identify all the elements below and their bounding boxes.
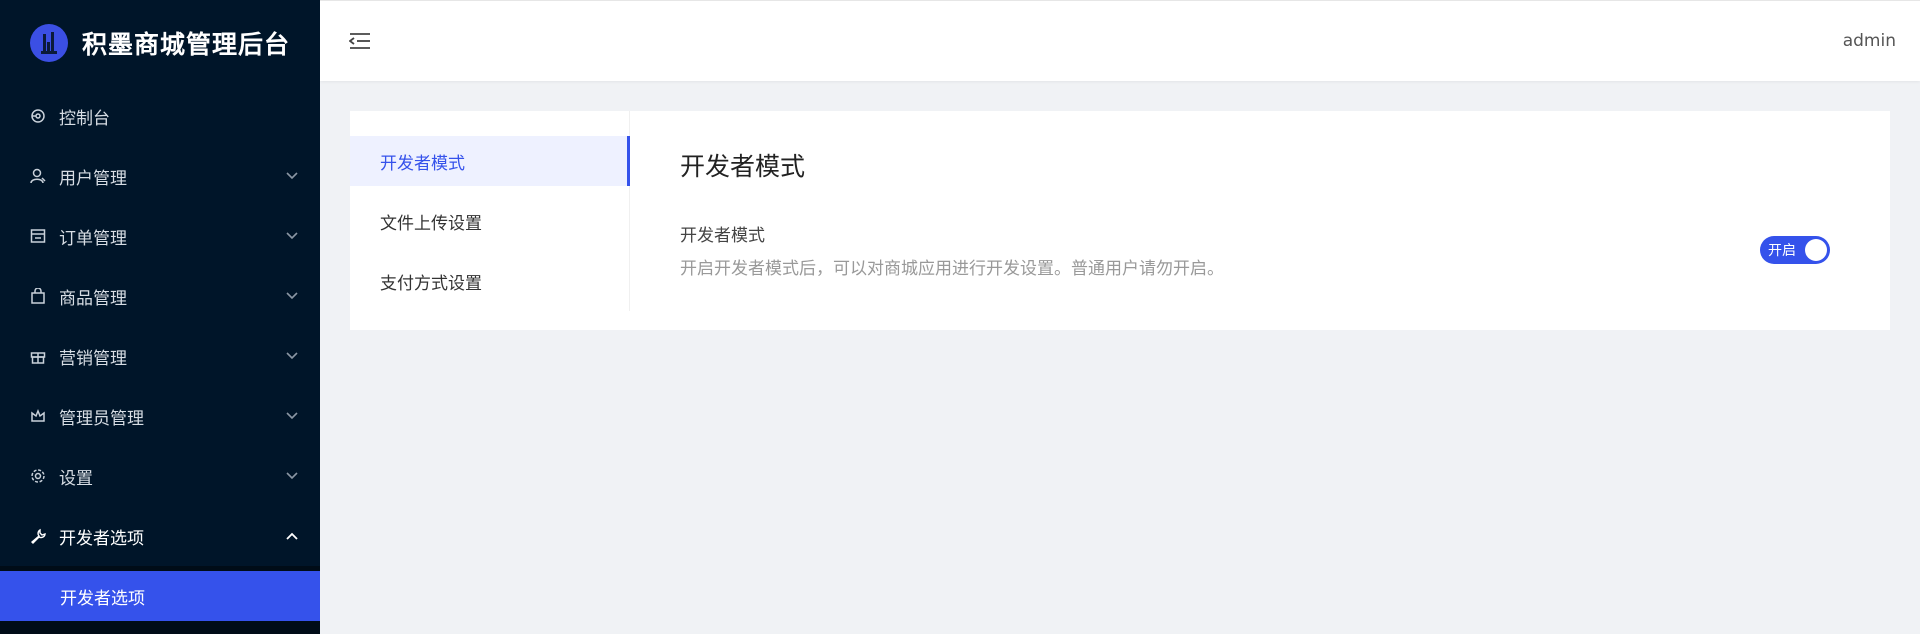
sidebar-item-label: 开发者选项 [59,528,144,549]
sidebar-item-settings[interactable]: 设置 [0,446,320,506]
gear-icon [30,468,46,484]
sidebar: 积墨商城管理后台 控制台 用户管理 订单管理 商品管理 营销管理 管理员管理 设… [0,0,320,634]
chevron-down-icon [286,290,298,302]
setting-text: 开发者模式 开启开发者模式后，可以对商城应用进行开发设置。普通用户请勿开启。 [680,221,1224,279]
chevron-down-icon [286,410,298,422]
sidebar-item-admins[interactable]: 管理员管理 [0,386,320,446]
chevron-down-icon [286,470,298,482]
panel-title: 开发者模式 [680,152,806,181]
sidebar-item-products[interactable]: 商品管理 [0,266,320,326]
order-icon [30,228,46,244]
wrench-icon [30,528,46,544]
logo-icon [30,24,68,62]
user-menu[interactable]: admin [1843,31,1896,51]
user-icon [30,168,46,184]
app-title: 积墨商城管理后台 [82,30,291,59]
sidebar-item-developer[interactable]: 开发者选项 [0,506,320,566]
shopping-bag-icon [30,288,46,304]
sidebar-item-label: 用户管理 [59,168,127,189]
sidebar-item-label: 商品管理 [59,288,127,309]
top-header: admin [320,0,1920,81]
chevron-down-icon [286,170,298,182]
main-area: admin 开发者模式 文件上传设置 支付方式设置 开发者模式 开发者模式 开启… [320,0,1920,634]
dashboard-icon [30,108,46,124]
menu-fold-icon[interactable] [348,29,372,53]
sidebar-item-label: 设置 [59,468,93,489]
sidebar-item-label: 营销管理 [59,348,127,369]
sidebar-item-label: 订单管理 [59,228,127,249]
sidebar-subitem-developer-options[interactable]: 开发者选项 [0,571,320,621]
sidebar-item-label: 管理员管理 [59,408,144,429]
content-area: 开发者模式 文件上传设置 支付方式设置 开发者模式 开发者模式 开启开发者模式后… [320,81,1920,330]
switch-label: 开启 [1768,243,1796,259]
tab-developer-mode[interactable]: 开发者模式 [350,136,630,186]
setting-row: 开发者模式 开启开发者模式后，可以对商城应用进行开发设置。普通用户请勿开启。 开… [680,221,1830,279]
app-root: 积墨商城管理后台 控制台 用户管理 订单管理 商品管理 营销管理 管理员管理 设… [0,0,1920,634]
chevron-up-icon [286,530,298,542]
switch-knob [1805,239,1827,261]
sidebar-menu: 控制台 用户管理 订单管理 商品管理 营销管理 管理员管理 设置 开发者选项 [0,86,320,566]
settings-tabs: 开发者模式 文件上传设置 支付方式设置 [350,111,630,311]
developer-submenu: 开发者选项 [0,566,320,634]
setting-description: 开启开发者模式后，可以对商城应用进行开发设置。普通用户请勿开启。 [680,259,1224,279]
sidebar-item-label: 控制台 [59,108,110,129]
developer-mode-switch[interactable]: 开启 [1760,236,1830,264]
sidebar-item-users[interactable]: 用户管理 [0,146,320,206]
sidebar-item-marketing[interactable]: 营销管理 [0,326,320,386]
settings-card: 开发者模式 文件上传设置 支付方式设置 开发者模式 开发者模式 开启开发者模式后… [350,111,1890,330]
sidebar-item-dashboard[interactable]: 控制台 [0,86,320,146]
setting-name: 开发者模式 [680,226,765,246]
chevron-down-icon [286,350,298,362]
tab-file-upload[interactable]: 文件上传设置 [350,196,629,246]
settings-panel: 开发者模式 开发者模式 开启开发者模式后，可以对商城应用进行开发设置。普通用户请… [630,111,1890,330]
chevron-down-icon [286,230,298,242]
gift-icon [30,348,46,364]
tab-payment-methods[interactable]: 支付方式设置 [350,256,629,306]
brand: 积墨商城管理后台 [0,0,320,86]
crown-icon [30,408,46,424]
sidebar-item-orders[interactable]: 订单管理 [0,206,320,266]
